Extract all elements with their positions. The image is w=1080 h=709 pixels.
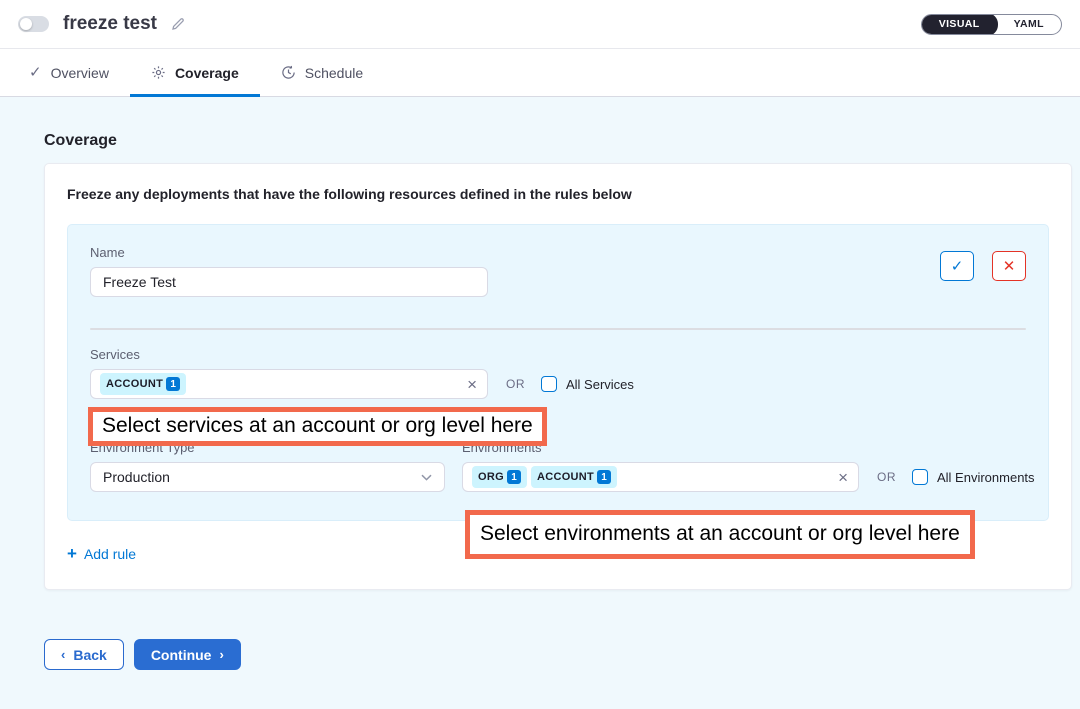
tag-count-badge: 1 bbox=[166, 377, 180, 391]
environments-input[interactable]: ORG 1 ACCOUNT 1 × bbox=[462, 462, 859, 492]
cancel-rule-button[interactable]: ✕ bbox=[992, 251, 1026, 281]
chevron-down-icon bbox=[421, 474, 432, 481]
check-icon: ✓ bbox=[29, 65, 42, 80]
continue-button[interactable]: Continue › bbox=[134, 639, 241, 670]
tag-scope-label: ORG bbox=[478, 471, 504, 483]
tag-scope-label: ACCOUNT bbox=[537, 471, 594, 483]
all-environments-label: All Environments bbox=[937, 470, 1035, 485]
environment-type-select[interactable]: Production bbox=[90, 462, 445, 492]
yaml-toggle-button[interactable]: YAML bbox=[997, 14, 1061, 35]
add-rule-label: Add rule bbox=[84, 546, 136, 562]
freeze-studio-page: { "header": { "title": "freeze test", "f… bbox=[0, 0, 1080, 709]
back-button[interactable]: ‹ Back bbox=[44, 639, 124, 670]
tag-count-badge: 1 bbox=[597, 470, 611, 484]
tab-schedule[interactable]: Schedule bbox=[260, 49, 384, 96]
environments-label: Environments bbox=[462, 440, 1035, 455]
annotation-environments-note: Select environments at an account or org… bbox=[465, 510, 975, 559]
rule-card: Name ✓ ✕ Services bbox=[67, 224, 1049, 521]
environments-tag-account[interactable]: ACCOUNT 1 bbox=[531, 466, 617, 488]
confirm-rule-button[interactable]: ✓ bbox=[940, 251, 974, 281]
clear-services-icon[interactable]: × bbox=[467, 376, 477, 393]
services-label: Services bbox=[90, 347, 1026, 362]
environments-group: Environments ORG 1 ACCOUNT 1 × bbox=[462, 440, 1035, 492]
name-label: Name bbox=[90, 245, 488, 260]
tab-overview-label: Overview bbox=[51, 65, 109, 81]
close-icon: ✕ bbox=[1003, 257, 1016, 275]
coverage-heading: Coverage bbox=[44, 132, 1072, 150]
or-label: OR bbox=[877, 470, 896, 484]
name-input[interactable] bbox=[90, 267, 488, 297]
chevron-left-icon: ‹ bbox=[61, 648, 65, 661]
rule-description: Freeze any deployments that have the fol… bbox=[67, 186, 1049, 202]
continue-label: Continue bbox=[151, 647, 212, 663]
schedule-clock-icon bbox=[281, 65, 296, 80]
annotation-services-note: Select services at an account or org lev… bbox=[88, 407, 547, 446]
all-services-label: All Services bbox=[566, 377, 634, 392]
tab-coverage-label: Coverage bbox=[175, 65, 239, 81]
all-services-checkbox[interactable] bbox=[541, 376, 557, 392]
services-input[interactable]: ACCOUNT 1 × bbox=[90, 369, 488, 399]
gear-icon bbox=[151, 65, 166, 80]
tag-count-badge: 1 bbox=[507, 470, 521, 484]
environment-type-group: Environment Type Production bbox=[90, 440, 445, 492]
freeze-enable-toggle[interactable] bbox=[18, 16, 49, 32]
environment-type-value: Production bbox=[103, 469, 170, 485]
tab-bar: ✓ Overview Coverage Schedule bbox=[0, 49, 1080, 97]
header: freeze test VISUAL YAML bbox=[0, 0, 1080, 49]
visual-yaml-switch: VISUAL YAML bbox=[921, 14, 1062, 35]
check-icon: ✓ bbox=[951, 257, 964, 275]
tag-scope-label: ACCOUNT bbox=[106, 378, 163, 390]
or-label: OR bbox=[506, 377, 525, 391]
clear-environments-icon[interactable]: × bbox=[838, 469, 848, 486]
toggle-knob bbox=[20, 18, 32, 30]
tab-schedule-label: Schedule bbox=[305, 65, 363, 81]
services-tag-account[interactable]: ACCOUNT 1 bbox=[100, 373, 186, 395]
services-field-group: Services ACCOUNT 1 × OR All Services bbox=[90, 347, 1026, 399]
page-title: freeze test bbox=[63, 13, 157, 35]
name-field-group: Name bbox=[90, 245, 488, 297]
divider bbox=[90, 328, 1026, 330]
environments-tag-org[interactable]: ORG 1 bbox=[472, 466, 527, 488]
edit-pencil-icon[interactable] bbox=[170, 16, 186, 32]
visual-toggle-button[interactable]: VISUAL bbox=[921, 14, 998, 35]
plus-icon: + bbox=[67, 545, 77, 562]
chevron-right-icon: › bbox=[219, 648, 223, 661]
add-rule-button[interactable]: + Add rule bbox=[67, 545, 136, 562]
tab-overview[interactable]: ✓ Overview bbox=[8, 49, 130, 96]
back-label: Back bbox=[73, 647, 106, 663]
tab-coverage[interactable]: Coverage bbox=[130, 49, 260, 96]
all-environments-checkbox[interactable] bbox=[912, 469, 928, 485]
footer-actions: ‹ Back Continue › bbox=[44, 639, 1080, 670]
